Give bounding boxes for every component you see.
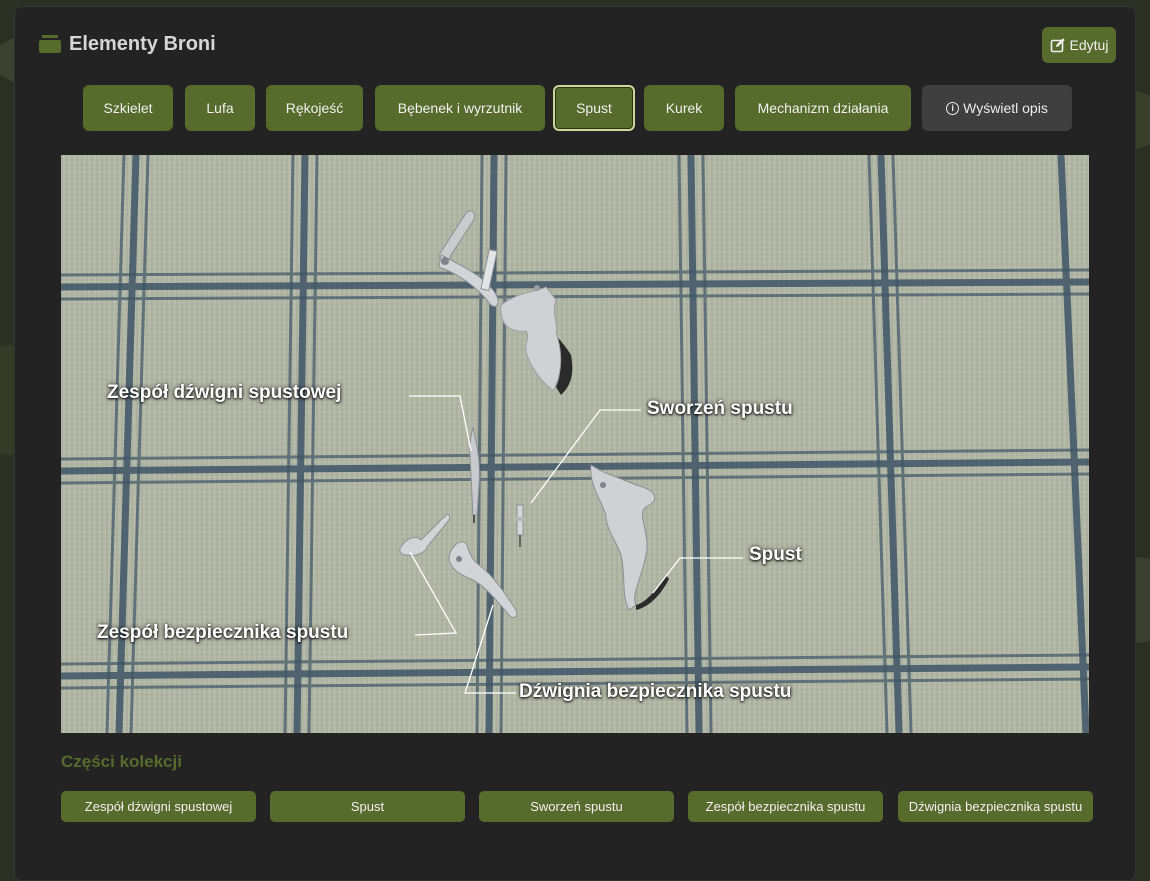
page-title: Elementy Broni xyxy=(39,31,216,57)
show-description-label: Wyświetl opis xyxy=(963,100,1048,116)
tab-rekojesc[interactable]: Rękojeść xyxy=(266,85,363,131)
info-icon: i xyxy=(946,101,960,115)
label-trigger: Spust xyxy=(749,544,802,565)
tab-spust[interactable]: Spust xyxy=(553,85,635,131)
safety-assembly-part xyxy=(399,514,451,556)
collection-section-title: Części kolekcji xyxy=(61,752,182,771)
part-chip[interactable]: Sworzeń spustu xyxy=(479,791,674,822)
tab-lufa[interactable]: Lufa xyxy=(185,85,255,131)
folder-icon xyxy=(39,35,61,53)
show-description-button[interactable]: i Wyświetl opis xyxy=(922,85,1072,131)
edit-button[interactable]: Edytuj xyxy=(1042,27,1116,63)
tab-bebenek[interactable]: Bębenek i wyrzutnik xyxy=(375,85,545,131)
part-chip[interactable]: Zespół bezpiecznika spustu xyxy=(688,791,883,822)
safety-lever-part xyxy=(448,541,518,618)
tab-szkielet[interactable]: Szkielet xyxy=(83,85,173,131)
parts-photo: Zespół dźwigni spustowej Sworzeń spustu … xyxy=(61,155,1089,733)
part-chip[interactable]: Dźwignia bezpiecznika spustu xyxy=(898,791,1093,822)
trigger-pin-part xyxy=(516,504,524,547)
edit-icon xyxy=(1050,38,1065,53)
label-trigger-pin: Sworzeń spustu xyxy=(647,398,793,419)
part-chip[interactable]: Zespół dźwigni spustowej xyxy=(61,791,256,822)
main-panel: Elementy Broni Edytuj Szkielet Lufa Ręko… xyxy=(14,6,1136,881)
label-trigger-lever-assembly: Zespół dźwigni spustowej xyxy=(107,382,342,403)
edit-button-label: Edytuj xyxy=(1069,37,1109,53)
part-chip[interactable]: Spust xyxy=(270,791,465,822)
label-trigger-safety-lever: Dźwignia bezpiecznika spustu xyxy=(519,681,792,702)
tab-kurek[interactable]: Kurek xyxy=(644,85,724,131)
parts-illustration xyxy=(61,155,1089,733)
page-title-text: Elementy Broni xyxy=(69,32,216,55)
label-trigger-safety-assembly: Zespół bezpiecznika spustu xyxy=(97,622,349,643)
tab-mechanizm[interactable]: Mechanizm działania xyxy=(735,85,911,131)
